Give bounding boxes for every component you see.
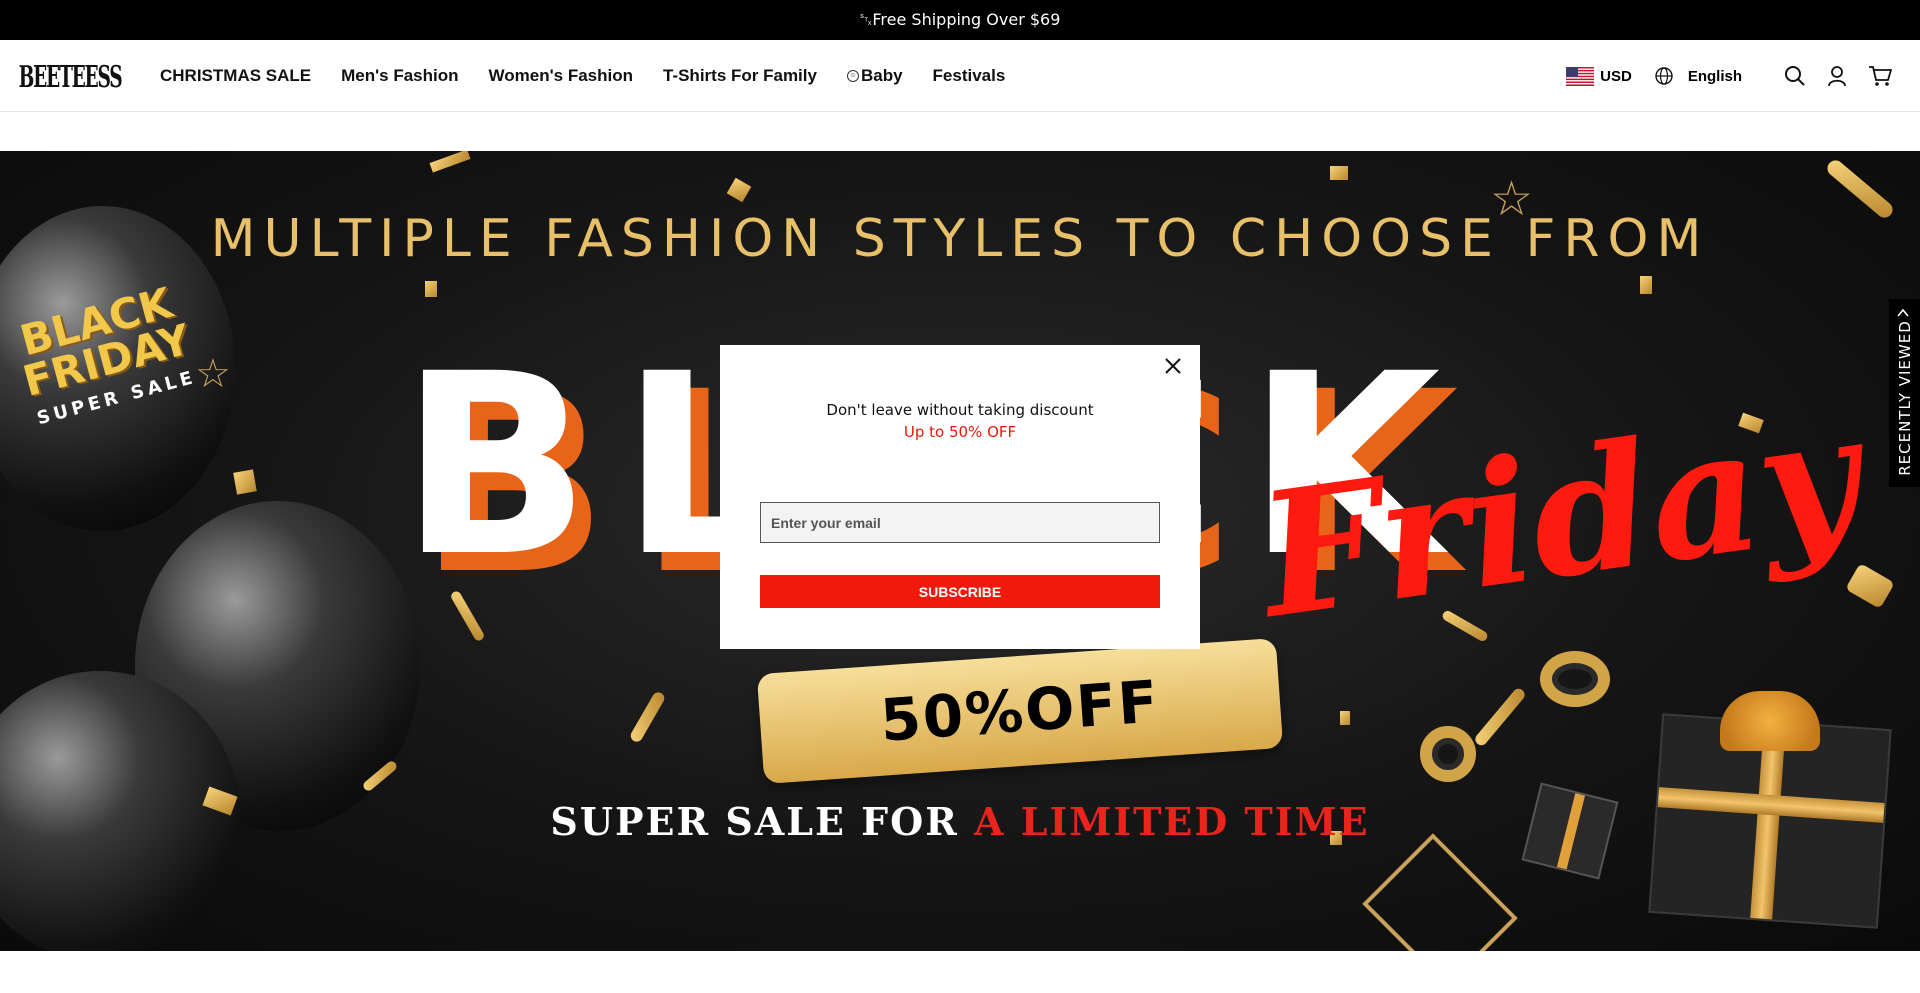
- confetti: [429, 151, 471, 173]
- confetti: [628, 690, 667, 744]
- announcement-text: ␂Free Shipping Over $69: [859, 10, 1061, 29]
- nav-item-christmas-sale[interactable]: CHRISTMAS SALE: [160, 66, 311, 86]
- main-nav: CHRISTMAS SALE Men's Fashion Women's Fas…: [160, 40, 1035, 112]
- email-field[interactable]: [760, 502, 1160, 543]
- gift-ribbon-vertical: [1750, 722, 1786, 920]
- recently-viewed-tab[interactable]: RECENTLY VIEWED: [1889, 299, 1920, 487]
- language-selector[interactable]: English: [1654, 66, 1742, 86]
- language-label: English: [1687, 67, 1742, 85]
- confetti: [233, 469, 257, 495]
- ring-decoration: [1420, 726, 1476, 782]
- confetti: [1640, 276, 1652, 294]
- site-header: BEETEESS CHRISTMAS SALE Men's Fashion Wo…: [0, 40, 1920, 112]
- search-icon[interactable]: [1784, 65, 1806, 87]
- star-decoration: ☆: [195, 352, 231, 396]
- discount-ribbon: 50%OFF: [756, 637, 1284, 785]
- site-logo[interactable]: BEETEESS: [19, 58, 123, 96]
- announcement-bar: ␂Free Shipping Over $69: [0, 0, 1920, 40]
- tagline-red-part: A LIMITED TIME: [974, 799, 1370, 844]
- nav-item-t-shirts-for-family[interactable]: T-Shirts For Family: [663, 66, 817, 86]
- nav-item-baby[interactable]: ☺ Baby: [846, 66, 903, 86]
- nav-item-mens-fashion[interactable]: Men's Fashion: [341, 66, 458, 86]
- us-flag-icon: [1566, 66, 1595, 86]
- popup-title: Don't leave without taking discount: [826, 401, 1094, 419]
- gift-bow-decoration: [1720, 691, 1820, 751]
- popup-subtitle: Up to 50% OFF: [903, 423, 1017, 441]
- nav-item-womens-fashion[interactable]: Women's Fashion: [489, 66, 633, 86]
- confetti: [425, 281, 437, 297]
- tagline-white-part: SUPER SALE FOR: [550, 799, 975, 844]
- geometric-frame-decoration: [1362, 833, 1518, 951]
- confetti: [1340, 711, 1350, 725]
- globe-icon: [1655, 67, 1673, 85]
- nav-item-festivals[interactable]: Festivals: [933, 66, 1006, 86]
- confetti: [1330, 166, 1348, 180]
- recently-viewed-label: RECENTLY VIEWED: [1896, 320, 1914, 476]
- banner-headline: MULTIPLE FASHION STYLES TO CHOOSE FROM: [210, 209, 1710, 269]
- close-icon[interactable]: [1162, 355, 1184, 377]
- cart-icon[interactable]: [1868, 65, 1892, 87]
- currency-label: USD: [1600, 67, 1632, 85]
- baby-icon: ☺: [846, 70, 859, 82]
- ring-decoration: [1540, 651, 1610, 707]
- currency-selector[interactable]: USD: [1566, 66, 1632, 86]
- account-icon[interactable]: [1826, 65, 1848, 87]
- chevron-up-icon: [1897, 305, 1909, 321]
- super-sale-tagline: SUPER SALE FOR A LIMITED TIME: [0, 799, 1920, 844]
- small-gift-decoration: [1521, 782, 1619, 880]
- nav-item-baby-label: Baby: [860, 66, 903, 85]
- subscribe-button[interactable]: SUBSCRIBE: [760, 575, 1160, 608]
- confetti: [726, 177, 752, 203]
- discount-popup: Don't leave without taking discount Up t…: [720, 345, 1200, 649]
- confetti: [1472, 686, 1528, 748]
- header-tools: USD English: [1566, 40, 1892, 112]
- ribbon-discount-text: 50%OFF: [878, 667, 1162, 755]
